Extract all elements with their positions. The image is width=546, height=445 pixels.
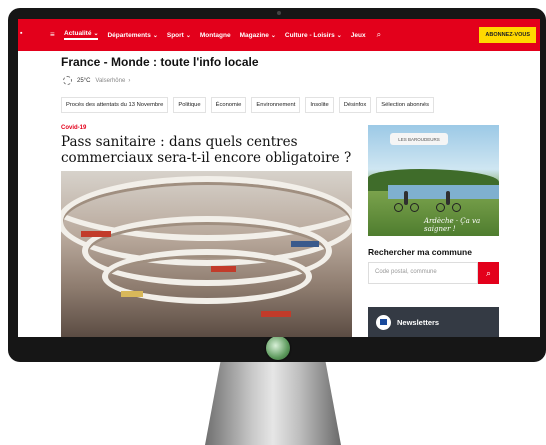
tag-selection-abonnes[interactable]: Sélection abonnés — [376, 97, 434, 113]
site-logo[interactable] — [18, 19, 28, 51]
tag-insolite[interactable]: Insolite — [305, 97, 334, 113]
tag-economie[interactable]: Économie — [210, 97, 247, 113]
newsletters-label: Newsletters — [397, 317, 440, 327]
advertisement-ardeche[interactable]: LES BAROUDEURS Ardèche · Ça va saigner ! — [368, 125, 499, 236]
nav-item-actualite[interactable]: Actualité ⌄ — [64, 30, 99, 40]
chevron-down-icon: ⌄ — [336, 32, 342, 39]
chevron-down-icon: ⌄ — [270, 32, 276, 39]
top-navigation: ≡ Actualité⌄ Départements⌄ Sport⌄ Montag… — [18, 19, 540, 51]
ad-slogan: Ardèche · Ça va saigner ! — [424, 217, 481, 233]
chevron-down-icon: ⌄ — [185, 32, 191, 39]
commune-search-input[interactable]: Code postal, commune — [368, 262, 478, 284]
article-title[interactable]: Pass sanitaire : dans quels centres comm… — [61, 134, 361, 166]
nav-item-montagne[interactable]: Montagne — [200, 32, 231, 39]
commune-search-label: Rechercher ma commune — [368, 247, 472, 257]
ad-sign: LES BAROUDEURS — [390, 133, 448, 145]
nav-item-sport[interactable]: Sport ⌄ — [167, 32, 191, 39]
commune-search-button[interactable]: ⌕ — [478, 262, 499, 284]
article-kicker[interactable]: Covid-19 — [61, 125, 86, 131]
weather-widget[interactable]: 25°C Valserhône › — [63, 76, 130, 85]
webcam — [277, 11, 281, 15]
tag-proces-attentats[interactable]: Procès des attentats du 13 Novembre — [61, 97, 169, 113]
search-icon[interactable]: ⌕ — [377, 30, 381, 40]
article-photo-shopping-mall[interactable] — [61, 171, 352, 337]
nav-item-departements[interactable]: Départements ⌄ — [107, 32, 157, 39]
chevron-down-icon: ⌄ — [152, 32, 158, 39]
sun-icon — [63, 76, 72, 85]
newsletter-icon — [376, 314, 391, 330]
search-icon: ⌕ — [485, 267, 492, 278]
tag-desinfox[interactable]: Désinfox — [338, 97, 372, 113]
monitor-stand — [205, 357, 341, 445]
chevron-down-icon: ⌄ — [93, 31, 99, 37]
chevron-right-icon: › — [128, 77, 131, 84]
weather-town: Valserhône — [95, 77, 126, 84]
subscribe-button[interactable]: ABONNEZ-VOUS — [479, 27, 536, 43]
nav-item-jeux[interactable]: Jeux — [351, 32, 366, 39]
topic-tags: Procès des attentats du 13 Novembre Poli… — [61, 97, 439, 113]
newsletters-button[interactable]: Newsletters — [368, 307, 499, 337]
tag-environnement[interactable]: Environnement — [251, 97, 301, 113]
nav-item-culture-loisirs[interactable]: Culture - Loisirs ⌄ — [285, 32, 342, 39]
weather-temperature: 25°C — [77, 77, 91, 84]
hamburger-menu-icon[interactable]: ≡ — [50, 31, 58, 39]
monitor-logo-icon — [266, 336, 290, 360]
nav-item-magazine[interactable]: Magazine ⌄ — [240, 32, 276, 39]
browser-screen: ≡ Actualité⌄ Départements⌄ Sport⌄ Montag… — [18, 19, 540, 337]
tag-politique[interactable]: Politique — [173, 97, 206, 113]
page-title: France - Monde : toute l'info locale — [61, 55, 259, 69]
